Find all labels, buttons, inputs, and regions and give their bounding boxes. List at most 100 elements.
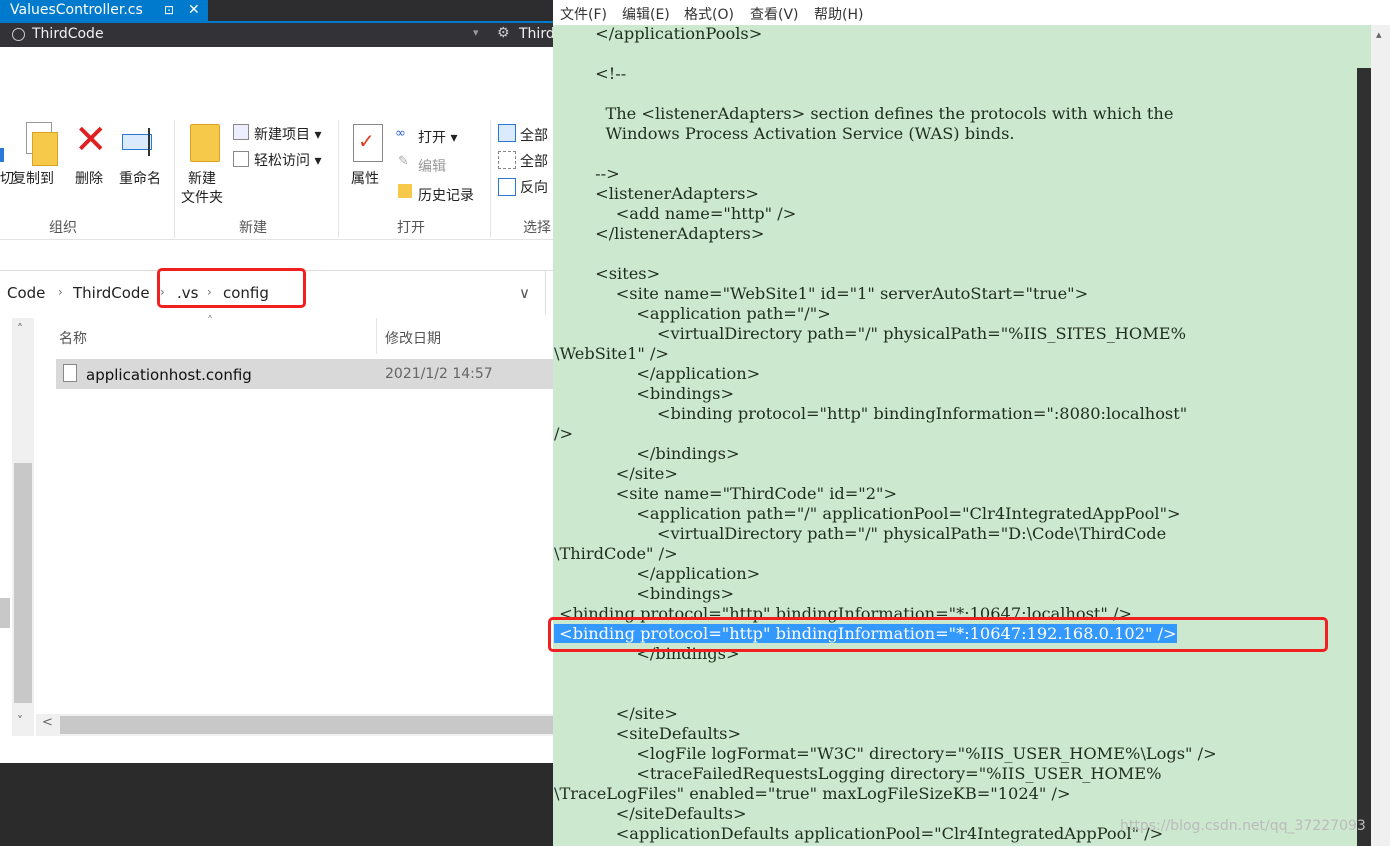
code-line: \ThirdCode" /> [554, 544, 678, 563]
type-dropdown[interactable]: Third [519, 26, 555, 42]
class-icon: ⚙ [497, 25, 510, 41]
rename-button[interactable]: 重命名 [119, 168, 161, 188]
code-line: \TraceLogFiles" enabled="true" maxLogFil… [554, 784, 1071, 803]
column-header-name[interactable]: 名称 [59, 328, 87, 348]
code-line: <site name="ThirdCode" id="2"> [554, 484, 898, 503]
column-header-date[interactable]: 修改日期 [385, 328, 441, 348]
rename-icon [122, 128, 158, 156]
code-line: /> [554, 424, 574, 443]
code-line: <add name="http" /> [554, 204, 797, 223]
tab-title: ValuesController.cs [10, 2, 143, 18]
easy-access-icon [233, 151, 249, 167]
code-line: The <listenerAdapters> section defines t… [554, 104, 1174, 123]
code-line: </application> [554, 564, 761, 583]
edit-icon: ✎ [398, 154, 409, 169]
notepad-vertical-scrollbar[interactable] [1371, 25, 1390, 846]
breadcrumb-separator[interactable]: › [58, 285, 63, 299]
close-icon[interactable]: ✕ [188, 0, 200, 20]
code-line: </applicationPools> [554, 24, 763, 43]
scroll-up-icon[interactable]: ˄ [17, 322, 23, 336]
code-line: Windows Process Activation Service (WAS)… [554, 124, 1015, 143]
code-line: <bindings> [554, 384, 735, 403]
code-line: <sites> [554, 264, 661, 283]
new-folder-button-line2: 文件夹 [181, 190, 223, 206]
project-navigation-bar: ThirdCode ▾ ⚙ Third [0, 23, 555, 47]
select-all-icon [498, 124, 516, 142]
select-none-button[interactable]: 全部 [520, 151, 548, 171]
select-none-icon [498, 151, 516, 169]
edit-button[interactable]: 编辑 [418, 156, 446, 176]
code-line: </site> [554, 704, 678, 723]
code-line: </application> [554, 364, 761, 383]
delete-button[interactable]: 删除 [75, 168, 103, 188]
code-line: <traceFailedRequestsLogging directory="%… [554, 764, 1162, 783]
ribbon-divider [174, 120, 175, 238]
new-folder-icon [190, 124, 220, 162]
scroll-up-icon[interactable]: ▴ [1376, 28, 1382, 41]
open-icon: ∞ [395, 126, 406, 141]
address-divider [545, 271, 546, 316]
code-line: <virtualDirectory path="/" physicalPath=… [554, 324, 1186, 343]
code-line: <virtualDirectory path="/" physicalPath=… [554, 524, 1167, 543]
delete-icon: ✕ [74, 117, 108, 163]
config-file-icon [63, 364, 77, 382]
ribbon-divider [338, 120, 339, 238]
invert-selection-icon [498, 178, 516, 196]
code-line: <bindings> [554, 584, 735, 603]
breadcrumb-code[interactable]: Code [7, 284, 45, 302]
menu-view[interactable]: 查看(V) [750, 4, 799, 24]
code-line: <applicationDefaults applicationPool="Cl… [554, 824, 1164, 843]
history-button[interactable]: 历史记录 [418, 185, 474, 205]
code-line: </listenerAdapters> [554, 224, 765, 243]
group-select-label: 选择 [523, 220, 551, 236]
code-line: <siteDefaults> [554, 724, 742, 743]
editor-text[interactable]: </applicationPools> <!-- The <listenerAd… [554, 24, 1217, 844]
select-all-button[interactable]: 全部 [520, 125, 548, 145]
code-line: </site> [554, 464, 678, 483]
pin-icon[interactable]: ⊡ [164, 0, 174, 20]
desktop-background [0, 763, 553, 846]
code-line: <logFile logFormat="W3C" directory="%IIS… [554, 744, 1217, 763]
code-line: <application path="/" applicationPool="C… [554, 504, 1181, 523]
horizontal-scroll-thumb[interactable] [60, 716, 553, 734]
sort-ascending-icon: ˄ [207, 314, 213, 328]
menu-help[interactable]: 帮助(H) [814, 4, 863, 24]
new-item-icon [233, 124, 249, 140]
code-line: </siteDefaults> [554, 804, 747, 823]
notepad-menubar: 文件(F) 编辑(E) 格式(O) 查看(V) 帮助(H) [553, 0, 1390, 25]
properties-button[interactable]: 属性 [351, 168, 379, 188]
code-line: \WebSite1" /> [554, 344, 669, 363]
tab-values-controller[interactable]: ValuesController.cs ⊡ ✕ [0, 0, 208, 21]
easy-access-button[interactable]: 轻松访问 ▾ [254, 150, 321, 170]
code-line: <listenerAdapters> [554, 184, 759, 203]
code-line: </bindings> [554, 444, 740, 463]
new-item-button[interactable]: 新建项目 ▾ [254, 124, 321, 144]
new-folder-button[interactable]: 新建 [188, 168, 216, 188]
properties-icon: ✓ [353, 124, 383, 162]
menu-edit[interactable]: 编辑(E) [622, 4, 670, 24]
scroll-down-icon[interactable]: ˅ [17, 714, 23, 728]
file-modified-date: 2021/1/2 14:57 [385, 366, 493, 382]
cut-icon [0, 148, 4, 162]
ribbon: 切 复制到 ✕ 删除 重命名 组织 新建 文件夹 新建项目 ▾ 轻松访问 ▾ 新… [0, 66, 553, 240]
scroll-left-icon[interactable]: < [42, 715, 53, 730]
group-open-label: 打开 [397, 220, 425, 236]
menu-file[interactable]: 文件(F) [560, 4, 607, 24]
menu-format[interactable]: 格式(O) [684, 4, 734, 24]
address-history-dropdown[interactable]: ∨ [519, 284, 530, 302]
invert-selection-button[interactable]: 反向 [520, 177, 548, 197]
code-line: --> [554, 164, 620, 183]
chevron-down-icon[interactable]: ▾ [473, 26, 479, 39]
nav-pane-scroll-thumb[interactable] [0, 598, 10, 628]
file-name: applicationhost.config [86, 366, 252, 384]
copy-to-icon [20, 122, 58, 166]
annotation-box-binding [548, 617, 1328, 652]
copy-to-button[interactable]: 复制到 [12, 168, 54, 188]
breadcrumb-thirdcode[interactable]: ThirdCode [73, 284, 150, 302]
vertical-scroll-thumb[interactable] [14, 463, 32, 703]
project-dropdown[interactable]: ThirdCode [32, 26, 104, 42]
watermark: https://blog.csdn.net/qq_37227093 [1120, 818, 1366, 834]
open-button[interactable]: 打开 ▾ [418, 127, 457, 147]
column-divider[interactable] [376, 318, 377, 354]
annotation-box-path [157, 268, 306, 308]
